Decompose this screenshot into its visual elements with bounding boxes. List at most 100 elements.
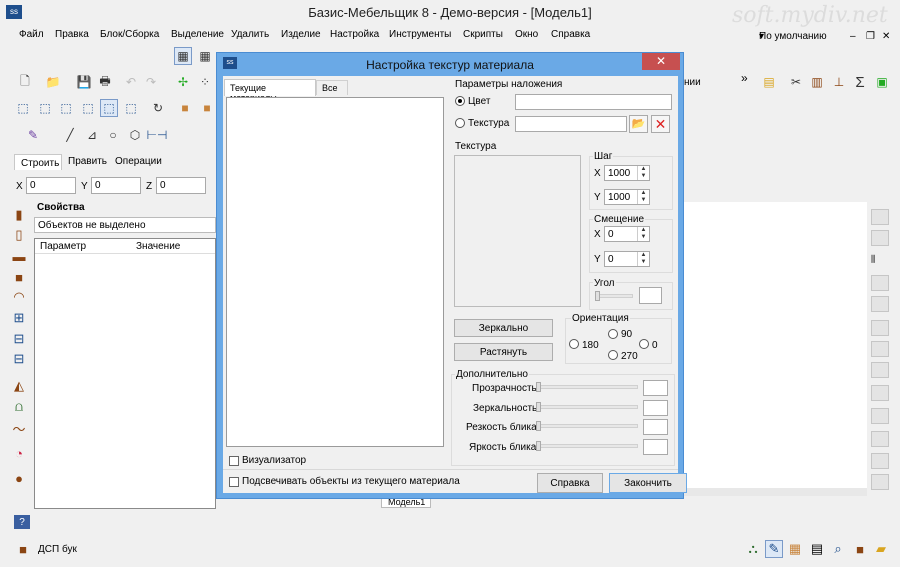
materials-icon[interactable]: ▤	[760, 73, 778, 91]
view-cube-5-icon[interactable]: ⬚	[100, 99, 118, 117]
menu-help[interactable]: Справка	[551, 29, 590, 40]
solid-box-icon[interactable]: ■	[176, 99, 194, 117]
dialog-close-button[interactable]: ✕	[642, 53, 680, 70]
brightness-slider[interactable]	[536, 444, 638, 448]
menu-edit[interactable]: Правка	[55, 29, 89, 40]
mirror-button[interactable]: Зеркально	[454, 319, 553, 337]
right-tool-5-icon[interactable]	[871, 296, 889, 312]
grid-icon[interactable]: ▦	[174, 47, 192, 65]
right-tool-13-icon[interactable]	[871, 474, 889, 490]
angle-slider[interactable]	[595, 294, 633, 298]
sharpness-thumb[interactable]	[536, 421, 541, 431]
split-horizontal-icon[interactable]: ⊟	[10, 350, 28, 368]
view-cube-2-icon[interactable]: ⬚	[36, 99, 54, 117]
orientation-270-radio[interactable]	[608, 350, 618, 360]
status-tool-1-icon[interactable]: ⛬	[744, 540, 762, 558]
new-file-icon[interactable]: 🗋	[16, 73, 34, 91]
line-icon[interactable]: ╱	[61, 126, 79, 144]
hexagon-icon[interactable]: ⬡	[126, 126, 144, 144]
spin-arrows-icon[interactable]: ▲ ▼	[637, 190, 649, 204]
menu-tools[interactable]: Инструменты	[389, 29, 451, 40]
view-select[interactable]: По умолчанию ▾	[759, 28, 839, 42]
orientation-0-radio[interactable]	[639, 339, 649, 349]
tab-build[interactable]: Строить	[14, 154, 62, 170]
step-y-input[interactable]: 1000 ▲ ▼	[604, 189, 650, 205]
menu-file[interactable]: Файл	[19, 29, 44, 40]
color-field[interactable]	[515, 94, 672, 110]
status-tool-3-icon[interactable]: ▦	[786, 540, 804, 558]
sphere-icon[interactable]: ●	[10, 469, 28, 487]
vertical-panel-icon[interactable]: ▯	[10, 226, 28, 244]
right-tool-1-icon[interactable]	[871, 209, 889, 225]
help-icon[interactable]: ?	[14, 515, 30, 529]
curved-panel-icon[interactable]: ◠	[10, 288, 28, 306]
status-tool-5-icon[interactable]: ⌕	[829, 540, 847, 558]
parallel-line-icon[interactable]: ⊿	[83, 126, 101, 144]
minimize-icon[interactable]: –	[850, 31, 856, 42]
finish-button[interactable]: Закончить	[609, 473, 687, 493]
split-vertical-icon[interactable]: ⊟	[10, 330, 28, 348]
status-tool-7-icon[interactable]: ▰	[872, 540, 890, 558]
redo-icon[interactable]: ↷	[142, 73, 160, 91]
offset-x-input[interactable]: 0 ▲ ▼	[604, 226, 650, 242]
transparency-value[interactable]	[643, 380, 668, 396]
menu-window[interactable]: Окно	[515, 29, 538, 40]
undo-icon[interactable]: ↶	[122, 73, 140, 91]
x-coord-input[interactable]: 0	[26, 177, 76, 194]
profile-icon[interactable]: ◭	[10, 377, 28, 395]
angle-slider-thumb[interactable]	[595, 291, 600, 301]
angle-value-field[interactable]	[639, 287, 662, 304]
reflect-slider[interactable]	[536, 405, 638, 409]
open-folder-icon[interactable]: 📂	[629, 115, 648, 133]
grid-snap-icon[interactable]: ▦	[196, 47, 214, 65]
dimension-icon[interactable]: ⊢⊣	[147, 126, 168, 144]
step-x-input[interactable]: 1000 ▲ ▼	[604, 165, 650, 181]
menu-product[interactable]: Изделие	[281, 29, 321, 40]
rotate-icon[interactable]: ↻	[149, 99, 167, 117]
right-tool-9-icon[interactable]	[871, 385, 889, 401]
box-panel-icon[interactable]: ■	[10, 268, 28, 286]
export-icon[interactable]: ▣	[873, 73, 891, 91]
frame-icon[interactable]: ⊞	[10, 309, 28, 327]
restore-icon[interactable]: ❐	[866, 31, 875, 42]
visualizer-checkbox[interactable]	[229, 456, 239, 466]
spin-arrows-icon[interactable]: ▲ ▼	[637, 227, 649, 241]
reflect-value[interactable]	[643, 400, 668, 416]
stretch-button[interactable]: Растянуть	[454, 343, 553, 361]
tab-edit[interactable]: Править	[63, 154, 109, 169]
panel-icon[interactable]: ▮	[10, 206, 28, 224]
highlight-checkbox[interactable]	[229, 477, 239, 487]
save-icon[interactable]: 💾	[75, 73, 93, 91]
spin-arrows-icon[interactable]: ▲ ▼	[637, 166, 649, 180]
help-button[interactable]: Справка	[537, 473, 603, 493]
right-tool-7-icon[interactable]	[871, 341, 889, 357]
materials-list[interactable]	[226, 97, 444, 447]
view-cube-1-icon[interactable]: ⬚	[14, 99, 32, 117]
right-tool-3-icon[interactable]: ⫼	[871, 254, 889, 270]
texture-radio[interactable]	[455, 118, 465, 128]
menu-delete[interactable]: Удалить	[231, 29, 269, 40]
transparency-thumb[interactable]	[536, 382, 541, 392]
cut-icon[interactable]: ✂	[787, 73, 805, 91]
sum-icon[interactable]: Σ	[851, 73, 869, 91]
status-tool-2-icon[interactable]: ✎	[765, 540, 783, 558]
z-coord-input[interactable]: 0	[156, 177, 206, 194]
status-tool-4-icon[interactable]: ▤	[808, 540, 826, 558]
right-tool-6-icon[interactable]	[871, 320, 889, 336]
reflect-thumb[interactable]	[536, 402, 541, 412]
tab-operations[interactable]: Операции	[110, 154, 164, 169]
orientation-90-radio[interactable]	[608, 329, 618, 339]
view-cube-3-icon[interactable]: ⬚	[57, 99, 75, 117]
tab-current-materials[interactable]: Текущие материалы	[224, 79, 316, 103]
right-tool-12-icon[interactable]	[871, 453, 889, 469]
transparency-slider[interactable]	[536, 385, 638, 389]
menu-block[interactable]: Блок/Сборка	[100, 29, 159, 40]
dots-grid-icon[interactable]: ⁘	[196, 73, 214, 91]
right-tool-2-icon[interactable]	[871, 230, 889, 246]
view-cube-4-icon[interactable]: ⬚	[79, 99, 97, 117]
color-radio[interactable]	[455, 96, 465, 106]
right-tool-11-icon[interactable]	[871, 431, 889, 447]
clear-texture-icon[interactable]: ✕	[651, 115, 670, 133]
status-tool-6-icon[interactable]: ■	[851, 540, 869, 558]
door-icon[interactable]: ▥	[808, 73, 826, 91]
